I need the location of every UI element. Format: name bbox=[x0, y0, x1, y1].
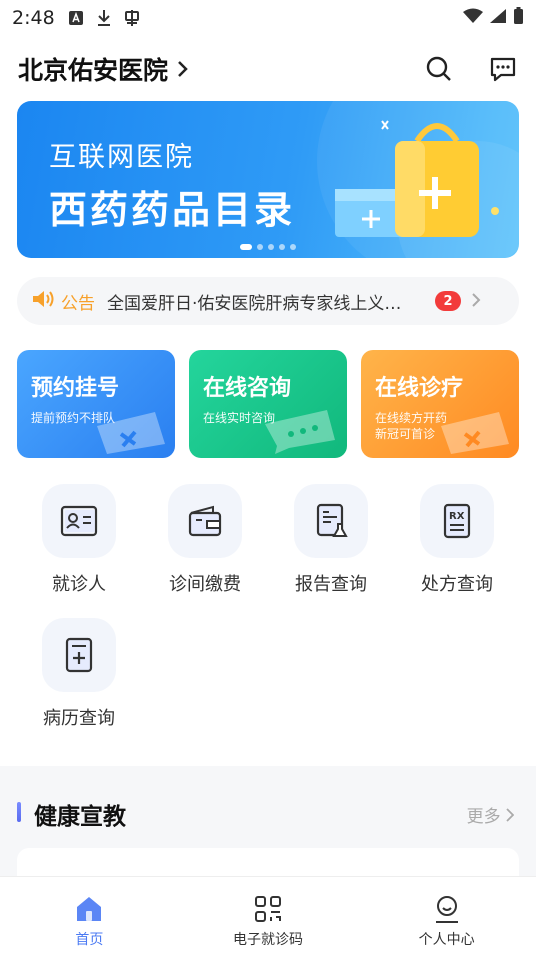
tab-profile[interactable]: 个人中心 bbox=[357, 877, 536, 954]
user-icon bbox=[431, 893, 463, 925]
function-grid: 就诊人 诊间缴费 报告查询 RX 处方查询 病历查询 bbox=[17, 484, 519, 752]
wallet-icon bbox=[168, 484, 242, 558]
banner-title: 西药药品目录 bbox=[49, 188, 296, 232]
banner-subtitle: 互联网医院 bbox=[49, 142, 194, 173]
section-title: 健康宣教 bbox=[34, 804, 126, 830]
notice-tag: 公告 bbox=[61, 293, 95, 314]
chat-bubble-icon bbox=[265, 410, 335, 454]
message-icon[interactable] bbox=[488, 54, 518, 84]
card-title: 在线诊疗 bbox=[375, 376, 464, 401]
bottom-tab-bar: 首页 电子就诊码 个人中心 bbox=[0, 876, 536, 954]
qr-code-icon bbox=[252, 893, 284, 925]
chevron-right-icon bbox=[506, 808, 515, 822]
pagination-dot bbox=[240, 244, 252, 250]
card-title: 在线咨询 bbox=[203, 376, 292, 401]
status-time: 2:48 bbox=[12, 7, 55, 29]
tab-label: 首页 bbox=[75, 932, 104, 948]
more-label: 更多 bbox=[466, 807, 501, 827]
grid-item-medical-record[interactable]: 病历查询 bbox=[17, 618, 141, 730]
banner-pagination bbox=[17, 244, 519, 250]
home-icon bbox=[73, 893, 105, 925]
chevron-right-icon[interactable] bbox=[176, 60, 194, 78]
grid-label: 处方查询 bbox=[421, 574, 493, 595]
chevron-right-icon bbox=[471, 289, 481, 313]
health-education-section: 健康宣教 更多 bbox=[0, 766, 536, 888]
promo-banner[interactable]: 互联网医院 西药药品目录 bbox=[17, 101, 519, 258]
calendar-icon bbox=[97, 412, 165, 454]
status-bar: 2:48 bbox=[0, 0, 536, 36]
grid-item-prescription[interactable]: RX 处方查询 bbox=[395, 484, 519, 596]
card-subtitle-line2: 新冠可首诊 bbox=[375, 427, 436, 441]
pagination-dot bbox=[290, 244, 296, 250]
speaker-icon bbox=[31, 289, 55, 313]
medical-record-icon bbox=[42, 618, 116, 692]
signal-icon bbox=[489, 8, 507, 29]
tab-label: 个人中心 bbox=[418, 932, 475, 948]
medical-kit-icon bbox=[441, 412, 509, 454]
pagination-dot bbox=[268, 244, 274, 250]
tab-qr-code[interactable]: 电子就诊码 bbox=[179, 877, 358, 954]
grid-item-report[interactable]: 报告查询 bbox=[269, 484, 393, 596]
battery-icon bbox=[513, 6, 524, 30]
grid-label: 就诊人 bbox=[52, 574, 106, 595]
download-icon bbox=[95, 9, 113, 27]
wifi-icon bbox=[463, 8, 483, 29]
search-icon[interactable] bbox=[424, 54, 454, 84]
notification-a-icon bbox=[67, 9, 85, 27]
app-notification-icon bbox=[123, 9, 141, 27]
online-consult-card[interactable]: 在线咨询 在线实时咨询 bbox=[189, 350, 347, 458]
notice-count-badge: 2 bbox=[435, 291, 461, 311]
rx-icon: RX bbox=[420, 484, 494, 558]
service-cards: 预约挂号 提前预约不排队 在线咨询 在线实时咨询 在线诊疗 在线续方开药 新冠可首… bbox=[17, 350, 519, 458]
grid-label: 病历查询 bbox=[43, 708, 115, 729]
pagination-dot bbox=[257, 244, 263, 250]
grid-item-patient[interactable]: 就诊人 bbox=[17, 484, 141, 596]
svg-text:RX: RX bbox=[449, 511, 465, 522]
grid-label: 报告查询 bbox=[295, 574, 367, 595]
more-link[interactable]: 更多 bbox=[466, 802, 515, 827]
appointment-card[interactable]: 预约挂号 提前预约不排队 bbox=[17, 350, 175, 458]
section-accent-bar bbox=[17, 802, 21, 822]
card-title: 预约挂号 bbox=[31, 376, 120, 401]
grid-item-payment[interactable]: 诊间缴费 bbox=[143, 484, 267, 596]
notice-text: 全国爱肝日·佑安医院肝病专家线上义… bbox=[107, 293, 402, 314]
pagination-dot bbox=[279, 244, 285, 250]
id-card-icon bbox=[42, 484, 116, 558]
tab-label: 电子就诊码 bbox=[233, 932, 303, 948]
tab-home[interactable]: 首页 bbox=[0, 877, 179, 954]
hospital-name[interactable]: 北京佑安医院 bbox=[18, 51, 168, 87]
notice-bar[interactable]: 公告 全国爱肝日·佑安医院肝病专家线上义… 2 bbox=[17, 277, 519, 325]
report-icon bbox=[294, 484, 368, 558]
app-header: 北京佑安医院 bbox=[0, 44, 536, 94]
online-diagnosis-card[interactable]: 在线诊疗 在线续方开药 新冠可首诊 bbox=[361, 350, 519, 458]
grid-label: 诊间缴费 bbox=[169, 574, 241, 595]
